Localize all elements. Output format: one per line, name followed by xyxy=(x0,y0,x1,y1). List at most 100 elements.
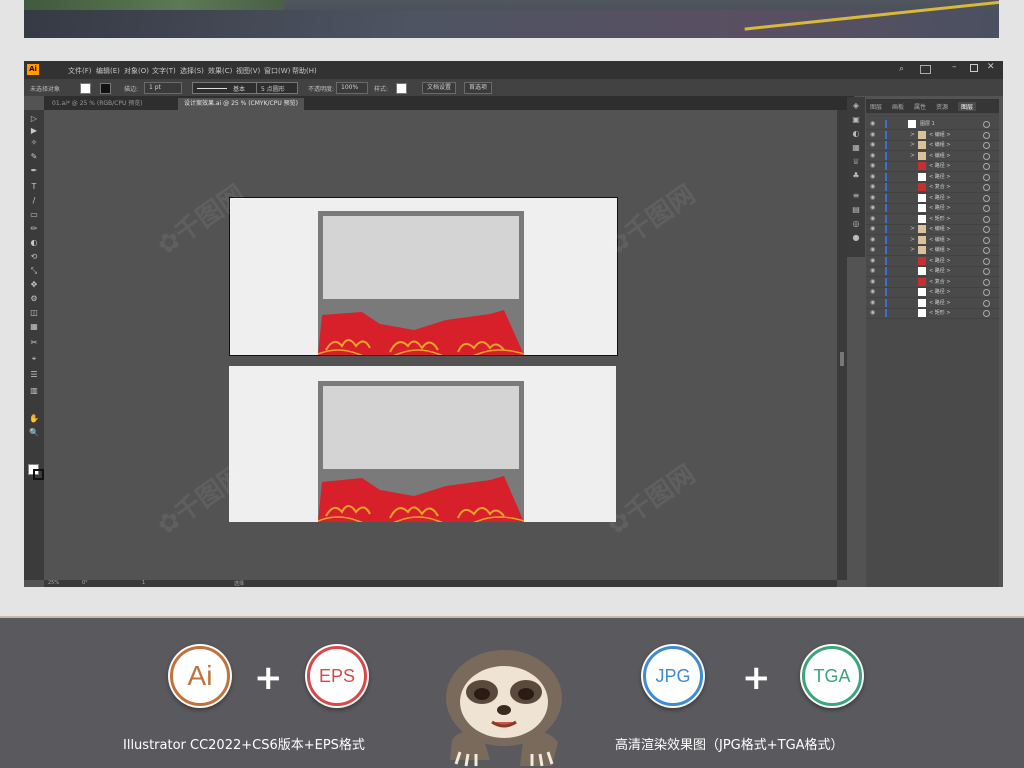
blend-tool-icon[interactable]: ☰ xyxy=(29,370,39,380)
target-circle-icon[interactable] xyxy=(983,163,990,170)
expand-arrow-icon[interactable]: > xyxy=(910,130,915,140)
target-circle-icon[interactable] xyxy=(983,121,990,128)
visibility-eye-icon[interactable]: ◉ xyxy=(870,266,875,276)
layer-row[interactable]: ◉ > < 编组 > xyxy=(866,130,999,141)
preferences-button[interactable]: 首选项 xyxy=(464,82,493,94)
visibility-eye-icon[interactable]: ◉ xyxy=(870,308,875,318)
brush-picker[interactable]: 基本 xyxy=(192,82,266,94)
workspace-icon[interactable] xyxy=(920,65,931,74)
menu-select[interactable]: 选择(S) xyxy=(180,66,204,76)
layer-row[interactable]: ◉ > < 编组 > xyxy=(866,224,999,235)
stroke-panel-icon[interactable]: ≡ xyxy=(851,191,861,201)
type-tool-icon[interactable]: T xyxy=(29,182,39,192)
menu-effect[interactable]: 效果(C) xyxy=(208,66,232,76)
expand-arrow-icon[interactable]: > xyxy=(910,235,915,245)
layer-row[interactable]: ◉∨图层 1 xyxy=(866,119,999,130)
target-circle-icon[interactable] xyxy=(983,236,990,244)
curvature-tool-icon[interactable]: ✎ xyxy=(29,152,39,162)
visibility-eye-icon[interactable]: ◉ xyxy=(870,151,875,161)
visibility-eye-icon[interactable]: ◉ xyxy=(870,203,875,213)
artboard-number[interactable]: 1 xyxy=(142,580,145,586)
appearance-panel-icon[interactable]: ● xyxy=(851,233,861,243)
artboard-1[interactable] xyxy=(229,197,618,356)
properties-panel-icon[interactable]: ◈ xyxy=(851,101,861,111)
visibility-eye-icon[interactable]: ◉ xyxy=(870,298,875,308)
target-circle-icon[interactable] xyxy=(983,247,990,254)
tab-artboards[interactable]: 画板 xyxy=(892,102,904,111)
layer-row[interactable]: ◉ < 复合 > xyxy=(866,277,999,288)
visibility-eye-icon[interactable]: ◉ xyxy=(870,277,875,287)
graph-tool-icon[interactable]: ▥ xyxy=(29,386,39,396)
layer-row[interactable]: ◉ < 路径 > xyxy=(866,161,999,172)
perspective-tool-icon[interactable]: ◫ xyxy=(29,308,39,318)
color-panel-icon[interactable]: ◐ xyxy=(851,129,861,139)
selection-tool-icon[interactable]: ▷ xyxy=(29,114,39,124)
style-swatch[interactable] xyxy=(396,83,407,94)
visibility-eye-icon[interactable]: ◉ xyxy=(870,224,875,234)
visibility-eye-icon[interactable]: ◉ xyxy=(870,182,875,192)
stroke-color-icon[interactable] xyxy=(33,469,44,480)
target-circle-icon[interactable] xyxy=(983,310,990,317)
menu-object[interactable]: 对象(O) xyxy=(124,66,149,76)
transparency-panel-icon[interactable]: ◎ xyxy=(851,219,861,229)
target-circle-icon[interactable] xyxy=(983,289,990,296)
visibility-eye-icon[interactable]: ◉ xyxy=(870,245,875,255)
mesh-tool-icon[interactable]: ▦ xyxy=(29,322,39,332)
opacity-field[interactable]: 100% xyxy=(336,82,368,94)
visibility-eye-icon[interactable]: ◉ xyxy=(870,235,875,245)
magic-wand-tool-icon[interactable]: ✧ xyxy=(29,138,39,148)
visibility-eye-icon[interactable]: ◉ xyxy=(870,193,875,203)
close-icon[interactable]: ✕ xyxy=(987,62,995,72)
visibility-eye-icon[interactable]: ◉ xyxy=(870,140,875,150)
direct-selection-tool-icon[interactable]: ▶ xyxy=(29,126,39,136)
target-circle-icon[interactable] xyxy=(983,184,990,191)
target-circle-icon[interactable] xyxy=(983,278,990,286)
visibility-eye-icon[interactable]: ◉ xyxy=(870,214,875,224)
layer-row[interactable]: ◉ < 路径 > xyxy=(866,298,999,309)
scissors-tool-icon[interactable]: ✂ xyxy=(29,338,39,348)
eraser-tool-icon[interactable]: ◐ xyxy=(29,238,39,248)
layer-row[interactable]: ◉ < 路径 > xyxy=(866,193,999,204)
target-circle-icon[interactable] xyxy=(983,194,990,202)
expand-arrow-icon[interactable]: > xyxy=(910,224,915,234)
search-icon[interactable]: ⌕ xyxy=(899,64,904,74)
menu-view[interactable]: 视图(V) xyxy=(236,66,260,76)
menu-edit[interactable]: 编辑(E) xyxy=(96,66,120,76)
target-circle-icon[interactable] xyxy=(983,205,990,212)
tab-document-2[interactable]: 设计案效果.ai @ 25 % (CMYK/CPU 预览) xyxy=(178,98,304,110)
visibility-eye-icon[interactable]: ◉ xyxy=(870,256,875,266)
zoom-tool-icon[interactable]: 🔍 xyxy=(29,428,39,438)
menu-help[interactable]: 帮助(H) xyxy=(292,66,317,76)
swatches-panel-icon[interactable]: ▦ xyxy=(851,143,861,153)
target-circle-icon[interactable] xyxy=(983,299,990,307)
line-tool-icon[interactable]: / xyxy=(29,196,39,206)
expand-arrow-icon[interactable]: > xyxy=(910,151,915,161)
canvas-area[interactable] xyxy=(44,110,837,580)
visibility-eye-icon[interactable]: ◉ xyxy=(870,130,875,140)
rectangle-tool-icon[interactable]: ▭ xyxy=(29,210,39,220)
shape-builder-tool-icon[interactable]: ⚙ xyxy=(29,294,39,304)
menu-type[interactable]: 文字(T) xyxy=(152,66,176,76)
layer-row[interactable]: ◉ < 路径 > xyxy=(866,266,999,277)
target-circle-icon[interactable] xyxy=(983,226,990,233)
fill-swatch[interactable] xyxy=(80,83,91,94)
expand-arrow-icon[interactable]: > xyxy=(910,245,915,255)
layer-row[interactable]: ◉ > < 编组 > xyxy=(866,235,999,246)
gradient-panel-icon[interactable]: ▤ xyxy=(851,205,861,215)
target-circle-icon[interactable] xyxy=(983,257,990,265)
layer-row[interactable]: ◉ > < 编组 > xyxy=(866,245,999,256)
layer-row[interactable]: ◉ < 路径 > xyxy=(866,256,999,267)
target-circle-icon[interactable] xyxy=(983,215,990,223)
target-circle-icon[interactable] xyxy=(983,268,990,275)
document-setup-button[interactable]: 文档设置 xyxy=(422,82,457,94)
pencil-tool-icon[interactable]: ✏ xyxy=(29,224,39,234)
layer-row[interactable]: ◉ > < 编组 > xyxy=(866,140,999,151)
tab-assets[interactable]: 资源 xyxy=(936,102,948,111)
tab-properties[interactable]: 属性 xyxy=(914,102,926,111)
layer-row[interactable]: ◉ < 矩形 > xyxy=(866,214,999,225)
tab-layers-a[interactable]: 图层 xyxy=(870,102,882,111)
brushes-panel-icon[interactable]: ♕ xyxy=(851,157,861,167)
tab-layers[interactable]: 图层 xyxy=(958,102,977,111)
tab-document-1[interactable]: 01.ai* @ 25 % (RGB/CPU 预览) xyxy=(46,98,149,110)
target-circle-icon[interactable] xyxy=(983,131,990,139)
